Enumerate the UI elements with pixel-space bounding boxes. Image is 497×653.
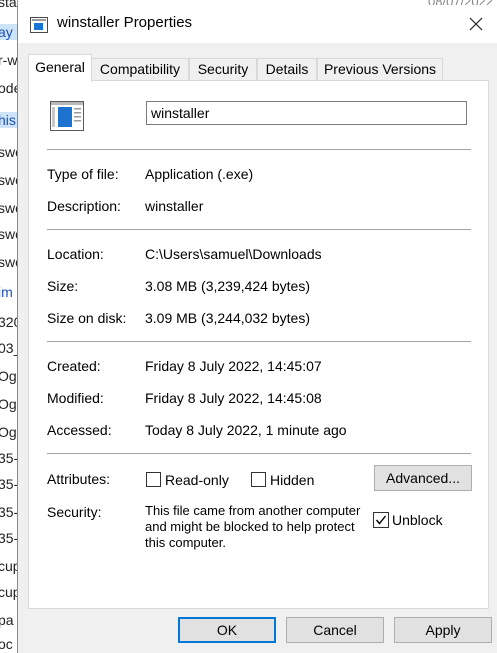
cancel-button[interactable]: Cancel bbox=[286, 617, 384, 643]
bg-text: cup bbox=[0, 584, 18, 600]
unblock-checkbox[interactable] bbox=[373, 512, 389, 528]
tab-previous-versions[interactable]: Previous Versions bbox=[317, 58, 443, 80]
separator bbox=[47, 229, 471, 230]
security-label: Security: bbox=[47, 504, 102, 520]
advanced-button[interactable]: Advanced... bbox=[374, 465, 472, 491]
application-icon bbox=[50, 101, 84, 131]
tab-general[interactable]: General bbox=[28, 54, 92, 82]
checkmark-icon bbox=[375, 515, 387, 525]
location-value: C:\Users\samuel\Downloads bbox=[145, 246, 322, 262]
accessed-value: Today 8 July 2022, 1 minute ago bbox=[145, 422, 347, 438]
close-button[interactable] bbox=[454, 5, 497, 43]
created-label: Created: bbox=[47, 358, 101, 374]
modified-label: Modified: bbox=[47, 390, 104, 406]
bg-text: ode bbox=[0, 80, 18, 96]
apply-button[interactable]: Apply bbox=[394, 617, 492, 643]
tab-compatibility[interactable]: Compatibility bbox=[91, 58, 189, 80]
bg-text: 35- bbox=[0, 476, 18, 492]
bg-text: 320 bbox=[0, 314, 18, 330]
bg-text: Og bbox=[0, 368, 17, 384]
hidden-label[interactable]: Hidden bbox=[270, 472, 314, 488]
bg-text: swo bbox=[0, 172, 18, 188]
accessed-label: Accessed: bbox=[47, 422, 112, 438]
application-icon bbox=[30, 17, 48, 33]
separator bbox=[47, 341, 471, 342]
bg-text: 35- bbox=[0, 530, 18, 546]
type-value: Application (.exe) bbox=[145, 166, 254, 182]
modified-value: Friday 8 July 2022, 14:45:08 bbox=[145, 390, 322, 406]
tab-security[interactable]: Security bbox=[189, 58, 257, 80]
size-on-disk-label: Size on disk: bbox=[47, 310, 127, 326]
bg-text: pa bbox=[0, 612, 14, 628]
size-label: Size: bbox=[47, 278, 79, 294]
bg-text: 35- bbox=[0, 504, 18, 520]
close-icon bbox=[469, 17, 483, 31]
bg-text: ay ( bbox=[0, 24, 18, 40]
general-panel: Type of file: Application (.exe) Descrip… bbox=[28, 80, 489, 609]
readonly-checkbox[interactable] bbox=[146, 472, 161, 487]
background-window: staller ay ( r-w ode his swo swo swo swo… bbox=[0, 0, 18, 653]
security-message: This file came from another computer and… bbox=[145, 503, 361, 550]
created-value: Friday 8 July 2022, 14:45:07 bbox=[145, 358, 322, 374]
attributes-label: Attributes: bbox=[47, 471, 111, 487]
bg-text: 03_ bbox=[0, 340, 18, 356]
properties-dialog: winstaller Properties General Compatibil… bbox=[17, 5, 497, 653]
bg-text: his bbox=[0, 112, 18, 128]
bg-text: 35- bbox=[0, 450, 18, 466]
size-value: 3.08 MB (3,239,424 bytes) bbox=[145, 278, 310, 294]
readonly-label[interactable]: Read-only bbox=[165, 472, 229, 488]
file-name-input[interactable] bbox=[146, 101, 467, 125]
bg-text: oc bbox=[0, 636, 13, 652]
bg-text: swo bbox=[0, 226, 18, 242]
tab-details[interactable]: Details bbox=[257, 58, 317, 80]
bg-text: cup bbox=[0, 558, 18, 574]
ok-button[interactable]: OK bbox=[178, 617, 276, 643]
bg-text: staller bbox=[0, 0, 18, 10]
size-on-disk-value: 3.09 MB (3,244,032 bytes) bbox=[145, 310, 310, 326]
bg-text: swo bbox=[0, 144, 18, 160]
separator bbox=[47, 149, 471, 150]
bg-text: swo bbox=[0, 254, 18, 270]
unblock-label[interactable]: Unblock bbox=[392, 512, 443, 528]
bg-text: Og bbox=[0, 396, 17, 412]
bg-text: swo bbox=[0, 200, 18, 216]
title-bar[interactable]: winstaller Properties bbox=[18, 5, 497, 43]
description-value: winstaller bbox=[145, 198, 204, 214]
bg-text: Og bbox=[0, 424, 17, 440]
type-label: Type of file: bbox=[47, 166, 119, 182]
separator bbox=[47, 453, 471, 454]
bg-text: r-w bbox=[0, 52, 18, 68]
location-label: Location: bbox=[47, 246, 104, 262]
bg-text: im bbox=[0, 284, 13, 300]
dialog-title: winstaller Properties bbox=[57, 14, 193, 31]
hidden-checkbox[interactable] bbox=[251, 472, 266, 487]
description-label: Description: bbox=[47, 198, 121, 214]
